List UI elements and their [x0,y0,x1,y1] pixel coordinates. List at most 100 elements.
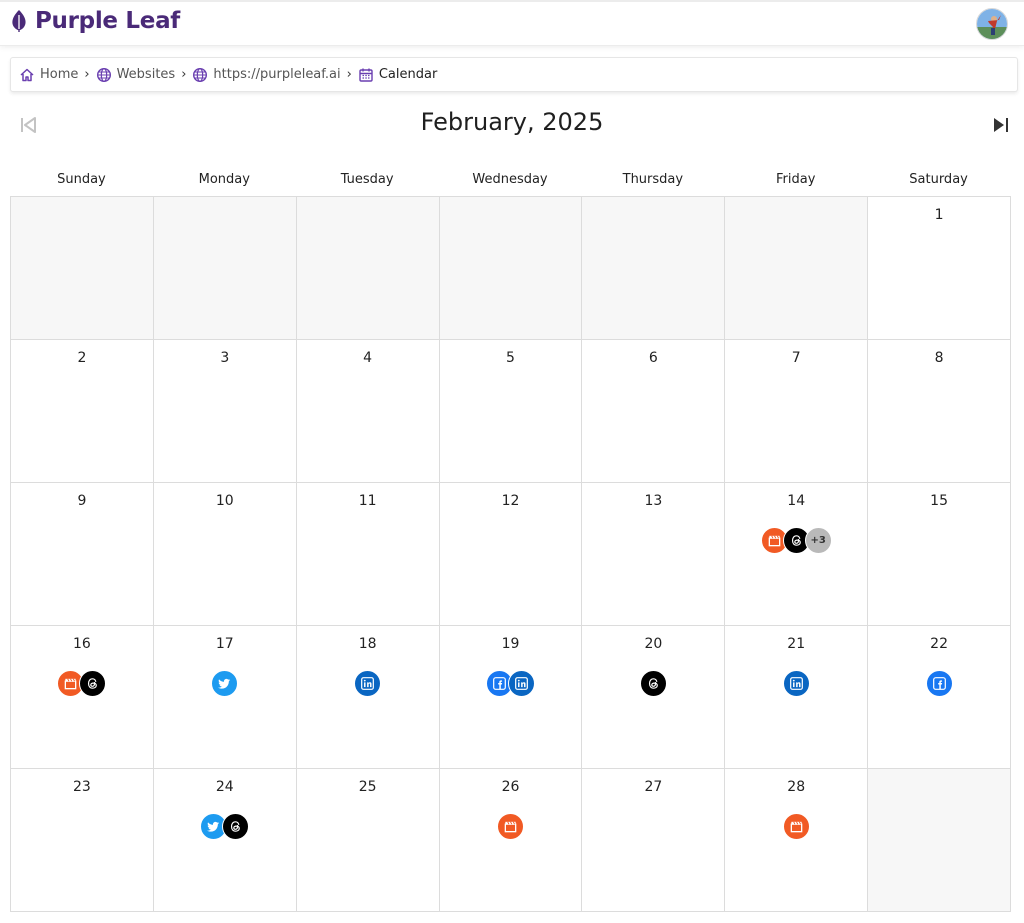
day-number: 10 [215,493,234,509]
facebook-icon[interactable] [925,670,953,697]
calendar-icon [359,68,373,82]
breadcrumb-calendar: Calendar [358,67,437,83]
post-icons [725,670,867,697]
threads-icon[interactable] [639,670,667,697]
day-number: 27 [644,779,663,795]
twitter-icon[interactable] [211,670,239,697]
chevron-right-icon: › [346,67,352,82]
calendar-day-cell[interactable]: 1 [868,197,1011,340]
calendar-day-cell[interactable]: 7 [725,340,869,483]
calendar-day-cell[interactable]: 13 [582,483,726,626]
brand-name: Purple Leaf [35,8,181,34]
breadcrumb-websites[interactable]: Websites [96,67,175,83]
weekday-label: Friday [776,172,816,187]
calendar-day-cell[interactable]: 22 [868,626,1011,769]
post-icons [582,670,724,697]
day-number: 3 [220,350,230,366]
day-number: 5 [506,350,515,366]
threads-icon[interactable] [79,670,107,697]
day-number: 19 [501,636,520,652]
calendar-cell-empty [11,197,154,340]
weekday-label: Monday [198,172,250,187]
weekday-label: Wednesday [472,172,548,187]
day-number: 24 [215,779,234,795]
day-number: 9 [77,493,87,509]
linkedin-icon[interactable] [354,670,382,697]
calendar-day-cell[interactable]: 28 [725,769,869,912]
calendar-day-cell[interactable]: 2 [11,340,154,483]
weekday-label: Sunday [57,172,106,187]
calendar-day-cell[interactable]: 16 [11,626,154,769]
calendar-day-cell[interactable]: 21 [725,626,869,769]
video-icon[interactable] [496,813,524,840]
calendar-day-cell[interactable]: 6 [582,340,726,483]
calendar-cell-empty [439,197,583,340]
calendar-day-cell[interactable]: 15 [868,483,1011,626]
calendar-day-cell[interactable]: 8 [868,340,1011,483]
calendar-day-cell[interactable]: 24 [153,769,297,912]
globe-icon [193,67,208,82]
calendar-day-cell[interactable]: 18 [296,626,440,769]
post-icons [154,670,296,697]
day-number: 22 [930,636,948,652]
calendar-day-cell[interactable]: 14 +3 [725,483,869,626]
calendar-day-cell[interactable]: 17 [153,626,297,769]
calendar-day-cell[interactable]: 10 [153,483,297,626]
breadcrumb-site[interactable]: https://purpleleaf.ai [192,67,341,83]
calendar-day-cell[interactable]: 25 [296,769,440,912]
day-number: 8 [934,350,944,366]
day-number: 23 [73,779,91,795]
day-number: 17 [215,636,234,652]
post-icons [297,670,439,697]
calendar-cell-empty [725,197,869,340]
calendar-day-cell[interactable]: 4 [296,340,440,483]
brand-logo[interactable]: Purple Leaf [9,8,180,34]
day-number: 26 [501,779,520,795]
calendar-cell-empty [868,769,1011,912]
day-number: 28 [787,779,806,795]
day-number: 20 [644,636,663,652]
globe-icon [96,67,111,82]
breadcrumb: Home › Websites › https://purpleleaf.ai … [10,57,1018,92]
weekday-header: Sunday Monday Tuesday Wednesday Thursday Frid… [10,166,1010,196]
day-number: 7 [791,350,801,366]
day-number: 18 [358,636,377,652]
month-navigation: February, 2025 [0,104,1024,144]
linkedin-icon[interactable] [507,670,535,697]
day-number: 16 [73,636,91,652]
breadcrumb-home[interactable]: Home [19,67,78,83]
calendar-day-cell[interactable]: 5 [439,340,583,483]
threads-icon[interactable] [222,813,250,840]
video-icon[interactable] [782,813,810,840]
calendar-day-cell[interactable]: 9 [11,483,154,626]
user-avatar[interactable] [976,8,1008,40]
day-number: 11 [358,493,377,509]
calendar-cell-empty [582,197,726,340]
calendar-day-cell[interactable]: 20 [582,626,726,769]
day-number: 14 [787,493,806,509]
calendar-day-cell[interactable]: 12 [439,483,583,626]
calendar-day-cell[interactable]: 19 [439,626,583,769]
day-number: 4 [363,350,373,366]
calendar-day-cell[interactable]: 11 [296,483,440,626]
post-icons [11,670,153,697]
calendar-day-cell[interactable]: 27 [582,769,726,912]
post-icons [440,670,582,697]
post-icons [725,813,867,840]
top-navbar: Purple Leaf [0,0,1024,46]
chevron-right-icon: › [84,67,90,82]
calendar-day-cell[interactable]: 3 [153,340,297,483]
calendar-day-cell[interactable]: 23 [11,769,154,912]
day-number: 12 [501,493,520,509]
post-icons [440,813,582,840]
post-icons: +3 [725,527,867,554]
more-posts-badge[interactable]: +3 [804,527,832,554]
day-number: 13 [644,493,663,509]
day-number: 21 [787,636,806,652]
chevron-right-icon: › [181,67,187,82]
day-number: 6 [648,350,658,366]
weekday-label: Thursday [622,172,684,187]
calendar-day-cell[interactable]: 26 [439,769,583,912]
linkedin-icon[interactable] [782,670,810,697]
next-month-button[interactable] [991,116,1009,134]
